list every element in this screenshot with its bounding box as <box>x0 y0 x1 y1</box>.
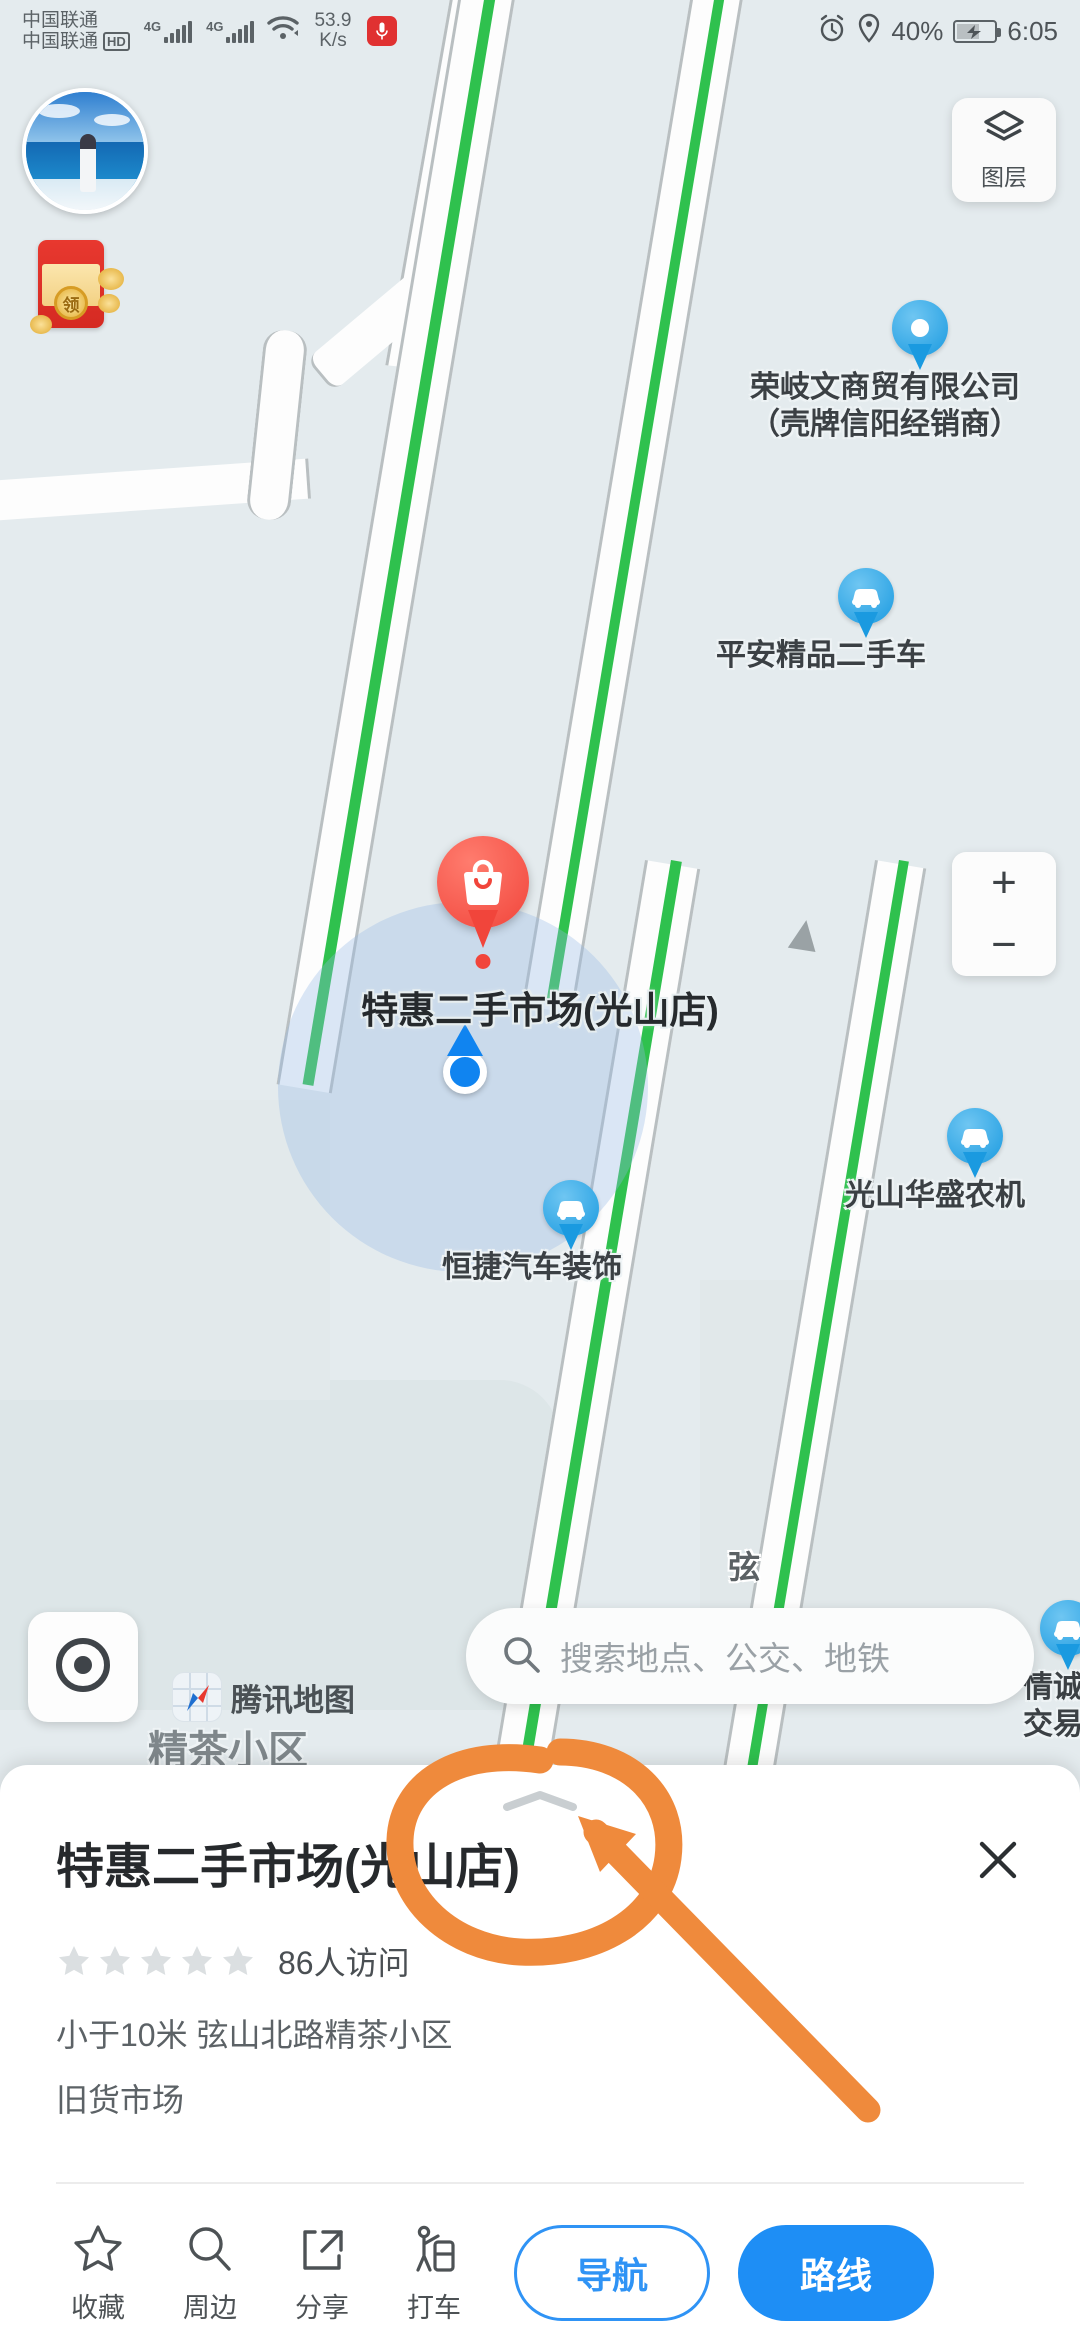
category-label: 旧货市场 <box>56 2082 185 2118</box>
signal-group-1: 4G <box>143 19 193 43</box>
location-icon <box>857 13 881 50</box>
selected-poi-label: 特惠二手市场(光山店) <box>361 990 719 1031</box>
rating-row: 86人访问 <box>56 1938 410 1984</box>
search-bar[interactable]: 搜索地点、公交、地铁 <box>466 1608 1034 1704</box>
share-label: 分享 <box>295 2292 349 2323</box>
map-poi-marker[interactable]: 光山华盛农机 <box>845 1108 1025 1215</box>
taxi-label: 打车 <box>407 2292 461 2323</box>
map-poi-marker[interactable]: 恒捷汽车装饰 <box>442 1180 622 1287</box>
star-icon <box>74 2224 122 2271</box>
network-speed-unit: K/s <box>319 30 347 51</box>
zoom-control[interactable]: + − <box>952 852 1056 976</box>
wifi-icon <box>266 15 300 47</box>
battery-percent-label: 40% <box>891 15 944 46</box>
signal-group-2: 4G <box>206 19 255 43</box>
network-speed-value: 53.9 <box>314 10 352 32</box>
alarm-icon <box>817 13 847 50</box>
share-button[interactable]: 分享 <box>266 2222 378 2325</box>
carrier-row-1: 中国联通 <box>22 10 130 31</box>
tencent-maps-logo: 腾讯地图 <box>172 1672 355 1722</box>
status-bar: 中国联通 中国联通 HD 4G 4G 53.9 K/s 40% 6:05 <box>0 0 1080 62</box>
map-poi-label-sub: 交易 <box>1023 1707 1080 1741</box>
map-land-block <box>0 1100 330 1400</box>
signal-bars-icon-2 <box>226 19 255 43</box>
shopping-bag-icon <box>437 836 529 928</box>
map-poi-marker[interactable]: 情诚 交易 <box>1023 1600 1080 1743</box>
star-icon <box>223 1946 253 1975</box>
red-packet-coin: 领 <box>54 286 88 320</box>
user-location-dot <box>443 1024 487 1094</box>
layers-button[interactable]: 图层 <box>952 98 1056 202</box>
carrier-name-1: 中国联通 <box>22 9 99 31</box>
clock-label: 6:05 <box>1007 15 1058 46</box>
car-pin-icon <box>1040 1600 1080 1670</box>
red-packet-promo[interactable]: 领 <box>30 238 126 334</box>
sheet-drag-handle[interactable] <box>495 1789 585 1813</box>
taxi-button[interactable]: 打车 <box>378 2222 490 2325</box>
network-speed: 53.9 K/s <box>314 11 351 51</box>
star-icon <box>59 1946 89 1975</box>
map-direction-arrow <box>787 917 821 953</box>
poi-title: 特惠二手市场(光山店) <box>56 1841 520 1894</box>
map-poi-marker[interactable]: 荣岐文商贸有限公司 （壳牌信阳经销商） <box>750 300 1020 443</box>
star-icon <box>100 1946 130 1975</box>
zoom-out-button[interactable]: − <box>952 914 1056 976</box>
location-ring-icon <box>443 1050 487 1094</box>
app-screen: 荣岐文商贸有限公司 （壳牌信阳经销商） 平安精品二手车 光山华盛农机 恒捷汽车装… <box>0 0 1080 2340</box>
network-type-label-1: 4G <box>143 19 162 34</box>
car-pin-icon <box>947 1108 1003 1178</box>
carrier-name-2: 中国联通 <box>22 31 99 52</box>
map-poi-label: 恒捷汽车装饰 <box>442 1251 622 1284</box>
close-button[interactable] <box>968 1830 1028 1890</box>
network-type-label-2: 4G <box>206 19 224 34</box>
map-poi-label-sub: （壳牌信阳经销商） <box>750 407 1020 441</box>
star-icon <box>141 1946 171 1975</box>
locate-me-button[interactable] <box>28 1612 138 1722</box>
hd-badge: HD <box>103 32 130 52</box>
nearby-button[interactable]: 周边 <box>154 2222 266 2325</box>
taxi-hail-icon <box>416 2225 455 2272</box>
distance-address-label: 小于10米 弦山北路精茶小区 <box>56 2017 453 2053</box>
map-poi-label: 平安精品二手车 <box>716 639 926 672</box>
signal-bars-icon-1 <box>164 19 193 43</box>
visit-count-label: 86人访问 <box>278 1945 410 1981</box>
favorite-label: 收藏 <box>71 2292 125 2323</box>
star-icon <box>182 1946 212 1975</box>
app-name-label: 腾讯地图 <box>231 1682 355 1718</box>
nearby-label: 周边 <box>183 2292 237 2323</box>
search-icon <box>189 2226 231 2271</box>
car-pin-icon <box>543 1180 599 1250</box>
map-road-name-label: 弦 <box>728 1549 761 1585</box>
layers-icon <box>982 109 1026 154</box>
battery-charging-icon <box>953 19 1002 43</box>
status-bar-right: 40% 6:05 <box>817 13 1058 50</box>
carrier-labels: 中国联通 中国联通 HD <box>22 10 130 53</box>
microphone-icon <box>367 16 398 46</box>
car-pin-icon <box>838 568 894 638</box>
marker-anchor-dot <box>475 954 491 969</box>
star-rating <box>56 1943 256 1979</box>
navigate-button[interactable]: 导航 <box>514 2225 710 2321</box>
search-input[interactable]: 搜索地点、公交、地铁 <box>560 1632 890 1680</box>
map-poi-marker[interactable]: 平安精品二手车 <box>716 568 926 675</box>
share-icon <box>303 2229 343 2270</box>
layers-button-label: 图层 <box>981 163 1027 190</box>
locate-icon <box>52 1634 114 1701</box>
map-poi-label: 光山华盛农机 <box>845 1179 1025 1212</box>
selected-poi-marker[interactable] <box>437 836 529 969</box>
user-avatar[interactable] <box>22 88 148 214</box>
map-poi-label: 荣岐文商贸有限公司 <box>750 371 1020 404</box>
route-button[interactable]: 路线 <box>738 2225 934 2321</box>
action-bar: 收藏 周边 分享 打车 导航 路线 <box>0 2206 1080 2340</box>
avatar-figure <box>80 134 97 193</box>
carrier-row-2: 中国联通 HD <box>22 31 130 52</box>
zoom-in-button[interactable]: + <box>952 852 1056 914</box>
status-bar-left: 中国联通 中国联通 HD 4G 4G 53.9 K/s <box>22 10 817 53</box>
compass-icon <box>172 1672 222 1722</box>
sheet-divider <box>56 2182 1024 2184</box>
search-icon <box>500 1633 542 1680</box>
location-pin-icon <box>892 300 948 370</box>
favorite-button[interactable]: 收藏 <box>42 2222 154 2325</box>
